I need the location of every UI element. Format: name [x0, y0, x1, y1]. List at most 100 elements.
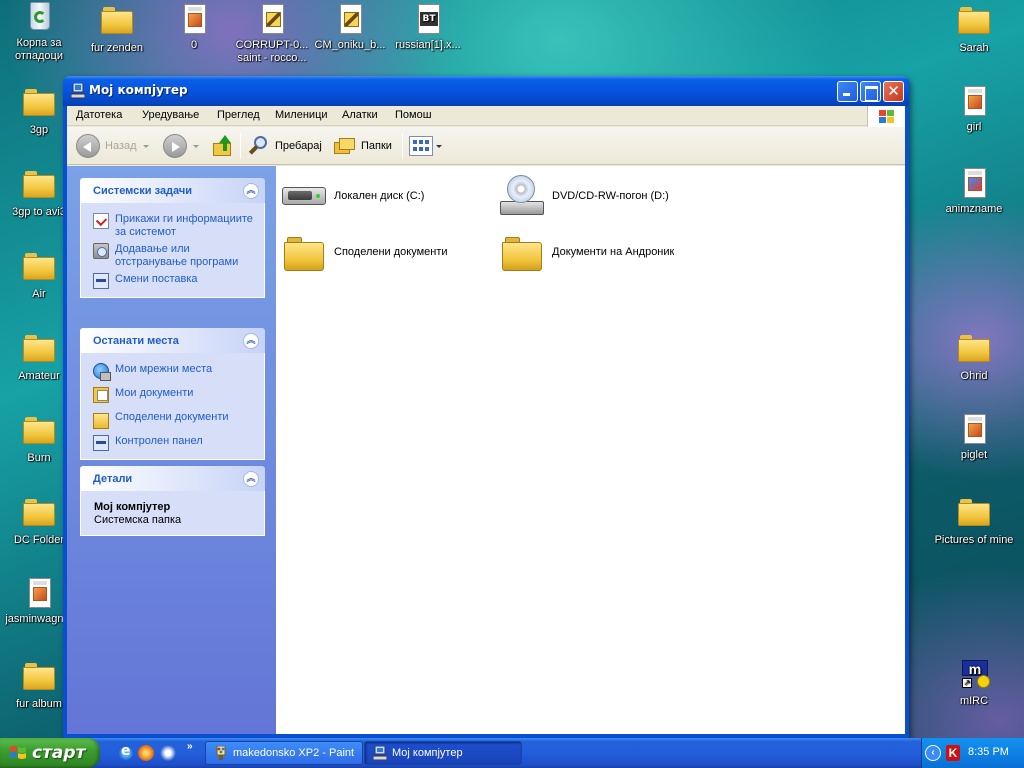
system-tasks-panel: Системски задачи ︽ Прикажи ги информации… — [80, 178, 265, 298]
drive-d[interactable]: DVD/CD-RW-погон (D:) — [498, 172, 669, 220]
desktop-icon-cm-oniku[interactable]: CM_oniku_b... — [308, 4, 392, 52]
menu-tools[interactable]: Алатки — [342, 109, 378, 121]
back-button[interactable]: Назад — [76, 132, 149, 160]
desktop-icon-label: Sarah — [959, 42, 989, 54]
media-player-icon[interactable] — [138, 745, 154, 761]
folder-icon — [958, 499, 990, 527]
search-button[interactable]: Пребарај — [248, 132, 322, 160]
quick-launch-more-button[interactable]: » — [187, 741, 193, 752]
views-button[interactable] — [409, 132, 442, 160]
folder-icon — [23, 253, 55, 281]
archive-file-icon — [340, 4, 362, 34]
task-change-setting[interactable]: Смени поставка — [81, 271, 264, 291]
panel-title: Останати места — [93, 335, 179, 347]
menu-edit[interactable]: Уредување — [142, 109, 199, 121]
title-bar[interactable]: Мој компјутер ✕ — [63, 76, 909, 106]
minimize-icon — [838, 82, 857, 101]
desktop-icon-recycle-bin[interactable]: Корпа за отпадоци — [0, 2, 81, 63]
desktop-icon-fur-zenden[interactable]: fur zenden — [75, 4, 159, 55]
task-paint[interactable]: makedonsko XP2 - Paint — [205, 741, 363, 765]
folders-icon — [334, 136, 356, 156]
place-control-panel[interactable]: Контролен панел — [81, 433, 264, 453]
folder-icon — [280, 229, 328, 275]
task-view-system-info[interactable]: Прикажи ги информациите за системот — [81, 211, 264, 241]
desktop-icon-girl[interactable]: girl — [932, 86, 1016, 134]
control-panel-icon — [93, 273, 109, 289]
other-places-header[interactable]: Останати места ︽ — [80, 328, 265, 353]
maximize-button[interactable] — [860, 81, 881, 102]
network-places-icon — [93, 363, 111, 381]
place-network[interactable]: Мои мрежни места — [81, 361, 264, 381]
up-folder-button[interactable] — [212, 132, 234, 160]
task-my-computer[interactable]: Мој компјутер — [364, 741, 522, 765]
recycle-bin-icon — [30, 2, 50, 30]
desktop-icon-ohrid[interactable]: Ohrid — [932, 332, 1016, 383]
my-documents-icon — [93, 387, 109, 403]
item-label: Споделени документи — [334, 246, 448, 258]
taskbar: старт » makedonsko XP2 - Paint Мој компј… — [0, 738, 1024, 768]
chevron-down-icon — [193, 144, 199, 148]
desktop-icon-animzname[interactable]: animzname — [932, 168, 1016, 216]
system-tasks-header[interactable]: Системски задачи ︽ — [80, 178, 265, 203]
folders-button[interactable]: Папки — [334, 132, 392, 160]
show-hidden-icons-button[interactable]: ‹ — [925, 745, 941, 761]
toolbar-separator — [240, 133, 241, 159]
drive-c[interactable]: Локален диск (C:) — [280, 172, 424, 220]
folder-icon — [93, 413, 109, 429]
desktop-icon-label: CM_oniku_b... — [314, 39, 386, 51]
image-file-icon — [184, 4, 206, 34]
shared-documents-folder[interactable]: Споделени документи — [280, 228, 448, 276]
menu-file[interactable]: Датотека — [76, 109, 122, 121]
details-header[interactable]: Детали ︽ — [80, 466, 265, 491]
forward-button[interactable] — [163, 132, 199, 160]
content-pane: Локален диск (C:) DVD/CD-RW-погон (D:) С… — [276, 166, 905, 734]
chevron-down-icon — [142, 144, 149, 148]
desktop-icon-label: 0 — [190, 39, 198, 51]
andronik-documents-folder[interactable]: Документи на Андроник — [498, 228, 674, 276]
desktop-icon-0[interactable]: 0 — [152, 4, 236, 52]
hard-drive-icon — [280, 173, 328, 219]
antivirus-tray-icon[interactable]: K — [946, 745, 960, 761]
menu-favorites[interactable]: Миленици — [275, 109, 328, 121]
desktop-icon-sarah[interactable]: Sarah — [932, 4, 1016, 55]
start-label: старт — [32, 743, 86, 763]
menu-help[interactable]: Помош — [395, 109, 432, 121]
my-computer-window: Мој компјутер ✕ Датотека Уредување Прегл… — [63, 76, 909, 738]
collapse-chevron-icon[interactable]: ︽ — [243, 183, 259, 199]
search-label: Пребарај — [275, 140, 322, 152]
details-type: Системска папка — [94, 514, 182, 526]
desktop-icon-piglet[interactable]: piglet — [932, 414, 1016, 462]
desktop-icon-label: russian[1].x... — [395, 39, 461, 51]
media-icon[interactable] — [160, 745, 176, 761]
window-title: Мој компјутер — [89, 83, 188, 97]
image-file-icon — [29, 578, 51, 608]
folder-icon — [23, 663, 55, 691]
search-icon — [248, 135, 270, 157]
details-name: Мој компјутер — [94, 501, 171, 513]
add-remove-programs-icon — [93, 243, 109, 259]
toolbar: Назад Пребарај Папки — [67, 127, 905, 165]
place-label: Мои документи — [115, 387, 194, 399]
system-info-icon — [93, 213, 109, 229]
collapse-chevron-icon[interactable]: ︽ — [243, 333, 259, 349]
views-icon — [409, 136, 433, 156]
place-shared-documents[interactable]: Споделени документи — [81, 409, 264, 429]
desktop-icon-pictures-of-mine[interactable]: Pictures of mine — [932, 496, 1016, 547]
menu-bar: Датотека Уредување Преглед Миленици Алат… — [67, 106, 905, 128]
task-add-remove-programs[interactable]: Додавање или отстранување програми — [81, 241, 264, 271]
clock[interactable]: 8:35 PM — [968, 746, 1009, 758]
start-button[interactable]: старт — [0, 738, 100, 768]
close-button[interactable]: ✕ — [883, 81, 904, 102]
system-tray: ‹ K 8:35 PM — [921, 738, 1024, 768]
desktop-icon-corrupt[interactable]: CORRUPT-0... saint - rocco... — [230, 4, 314, 65]
windows-flag-icon — [9, 745, 27, 761]
minimize-button[interactable] — [837, 81, 858, 102]
place-my-documents[interactable]: Мои документи — [81, 385, 264, 405]
collapse-chevron-icon[interactable]: ︽ — [243, 471, 259, 487]
menu-view[interactable]: Преглед — [217, 109, 260, 121]
internet-explorer-icon[interactable] — [118, 743, 134, 761]
torrent-file-icon: BT — [418, 4, 440, 34]
desktop-icon-russian[interactable]: BT russian[1].x... — [386, 4, 470, 52]
desktop-icon-mirc[interactable]: m ↗ mIRC — [932, 660, 1016, 708]
item-label: Локален диск (C:) — [334, 190, 425, 202]
